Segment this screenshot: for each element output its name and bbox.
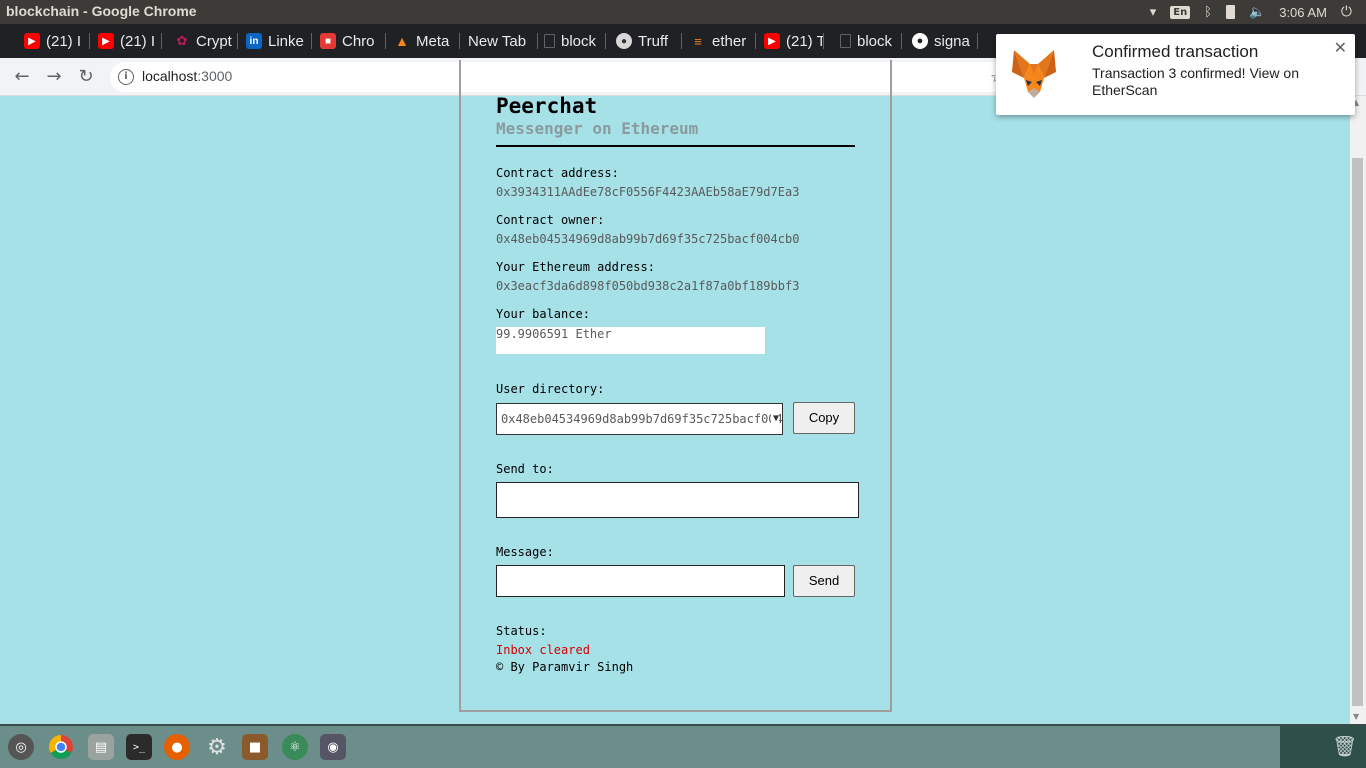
- taskbar-dock: ◎ ▤ >_ ● ⚙ ■ ⚛ ◉ 🗑: [0, 724, 1366, 768]
- close-icon[interactable]: ✕: [1334, 38, 1347, 57]
- app-subtitle: Messenger on Ethereum: [496, 119, 699, 138]
- user-directory-label: User directory:: [496, 382, 605, 396]
- stackexchange-icon: ≡: [694, 33, 702, 49]
- tab-ethereum-stackexchange[interactable]: ≡ ether: [690, 30, 756, 52]
- tab-chrome-store[interactable]: ■ Chro: [320, 30, 386, 52]
- metamask-icon: ▲: [395, 33, 409, 49]
- contract-address-label: Contract address:: [496, 166, 619, 180]
- document-icon: [840, 34, 851, 48]
- keyboard-layout-indicator[interactable]: En: [1170, 5, 1191, 19]
- tab-youtube-1[interactable]: ▶ (21) I: [24, 30, 90, 52]
- balance-value: 99.9906591 Ether: [496, 327, 765, 354]
- volume-icon[interactable]: 🔈: [1249, 5, 1265, 20]
- bluetooth-icon[interactable]: ᛒ: [1204, 5, 1212, 20]
- youtube-icon: ▶: [24, 33, 40, 49]
- copy-button[interactable]: Copy: [793, 402, 855, 434]
- terminal-icon[interactable]: >_: [126, 734, 152, 760]
- notification-body[interactable]: Transaction 3 confirmed! View on EtherSc…: [1092, 65, 1342, 99]
- contract-owner-value: 0x48eb04534969d8ab99b7d69f35c725bacf004c…: [496, 232, 800, 246]
- tab-youtube-3[interactable]: ▶ (21) T: [764, 30, 824, 52]
- files-icon[interactable]: ▤: [88, 734, 114, 760]
- youtube-icon: ▶: [764, 33, 780, 49]
- dropdown-arrow-icon[interactable]: ▼: [770, 404, 779, 434]
- tab-metamask[interactable]: ▲ Meta: [394, 30, 460, 52]
- screenshot-icon[interactable]: ◉: [320, 734, 346, 760]
- send-to-input[interactable]: [496, 482, 859, 518]
- chrome-icon[interactable]: [48, 734, 74, 760]
- chrome-store-icon: ■: [320, 33, 336, 49]
- scroll-down-arrow-icon[interactable]: ▼: [1353, 712, 1359, 721]
- user-directory-select[interactable]: 0x48eb04534969d8ab99b7d69f35c725bacf004c…: [496, 403, 783, 435]
- tab-blockchain-doc-2[interactable]: block: [840, 30, 902, 52]
- document-icon: [544, 34, 555, 48]
- title-divider: [496, 145, 855, 147]
- tab-truffle[interactable]: ● Truff: [616, 30, 682, 52]
- send-button[interactable]: Send: [793, 565, 855, 597]
- your-address-label: Your Ethereum address:: [496, 260, 655, 274]
- tab-new-tab[interactable]: New Tab: [468, 30, 538, 52]
- message-label: Message:: [496, 545, 554, 559]
- footer-credit: © By Paramvir Singh: [496, 660, 634, 674]
- tab-crypto[interactable]: ✿ Crypt: [174, 30, 238, 52]
- balance-label: Your balance:: [496, 307, 590, 321]
- atom-icon[interactable]: ⚛: [282, 734, 308, 760]
- reload-icon[interactable]: ↻: [76, 67, 96, 87]
- forward-arrow-icon[interactable]: →: [44, 67, 64, 87]
- trash-icon[interactable]: 🗑: [1332, 734, 1357, 760]
- wifi-icon[interactable]: ▾: [1150, 5, 1157, 20]
- metamask-fox-icon: [1012, 50, 1056, 98]
- tab-youtube-2[interactable]: ▶ (21) I: [98, 30, 162, 52]
- message-input[interactable]: [496, 565, 785, 597]
- linkedin-icon: in: [246, 33, 262, 49]
- contract-address-value: 0x3934311AAdEe78cF0556F4423AAEb58aE79d7E…: [496, 185, 800, 199]
- status-value: Inbox cleared: [496, 643, 590, 657]
- site-info-icon[interactable]: i: [118, 69, 134, 85]
- power-icon[interactable]: ⏻: [1341, 4, 1352, 20]
- minecraft-icon[interactable]: ■: [242, 734, 268, 760]
- window-title: blockchain - Google Chrome: [6, 3, 197, 19]
- app-title: Peerchat: [496, 94, 598, 118]
- transaction-notification[interactable]: Confirmed transaction Transaction 3 conf…: [996, 34, 1355, 115]
- tab-github-signature[interactable]: ● signa: [912, 30, 978, 52]
- user-directory-selected: 0x48eb04534969d8ab99b7d69f35c725bacf004c…: [501, 412, 783, 426]
- crypto-icon: ✿: [176, 33, 188, 48]
- youtube-icon: ▶: [98, 33, 114, 49]
- status-label: Status:: [496, 624, 547, 638]
- firefox-icon[interactable]: ●: [164, 734, 190, 760]
- back-arrow-icon[interactable]: ←: [12, 67, 32, 87]
- send-to-label: Send to:: [496, 462, 554, 476]
- page-scrollbar[interactable]: ▲ ▼: [1350, 96, 1366, 724]
- system-tray: ▾ En ᛒ 🔈 3:06 AM ⏻: [1150, 0, 1366, 24]
- github-icon: ●: [912, 33, 928, 49]
- tab-linkedin[interactable]: in Linke: [246, 30, 312, 52]
- settings-icon[interactable]: ⚙: [204, 734, 230, 760]
- battery-icon[interactable]: [1226, 5, 1236, 19]
- scrollbar-thumb[interactable]: [1352, 158, 1363, 706]
- url-text[interactable]: localhost:3000: [142, 68, 232, 84]
- tab-blockchain-doc-1[interactable]: block: [544, 30, 606, 52]
- your-address-value: 0x3eacf3da6d898f050bd938c2a1f87a0bf189bb…: [496, 279, 800, 293]
- truffle-icon: ●: [616, 33, 632, 49]
- clock[interactable]: 3:06 AM: [1279, 5, 1327, 20]
- system-top-bar: blockchain - Google Chrome ▾ En ᛒ 🔈 3:06…: [0, 0, 1366, 24]
- ubuntu-logo-icon[interactable]: ◎: [8, 734, 34, 760]
- notification-title: Confirmed transaction: [1092, 42, 1259, 61]
- contract-owner-label: Contract owner:: [496, 213, 605, 227]
